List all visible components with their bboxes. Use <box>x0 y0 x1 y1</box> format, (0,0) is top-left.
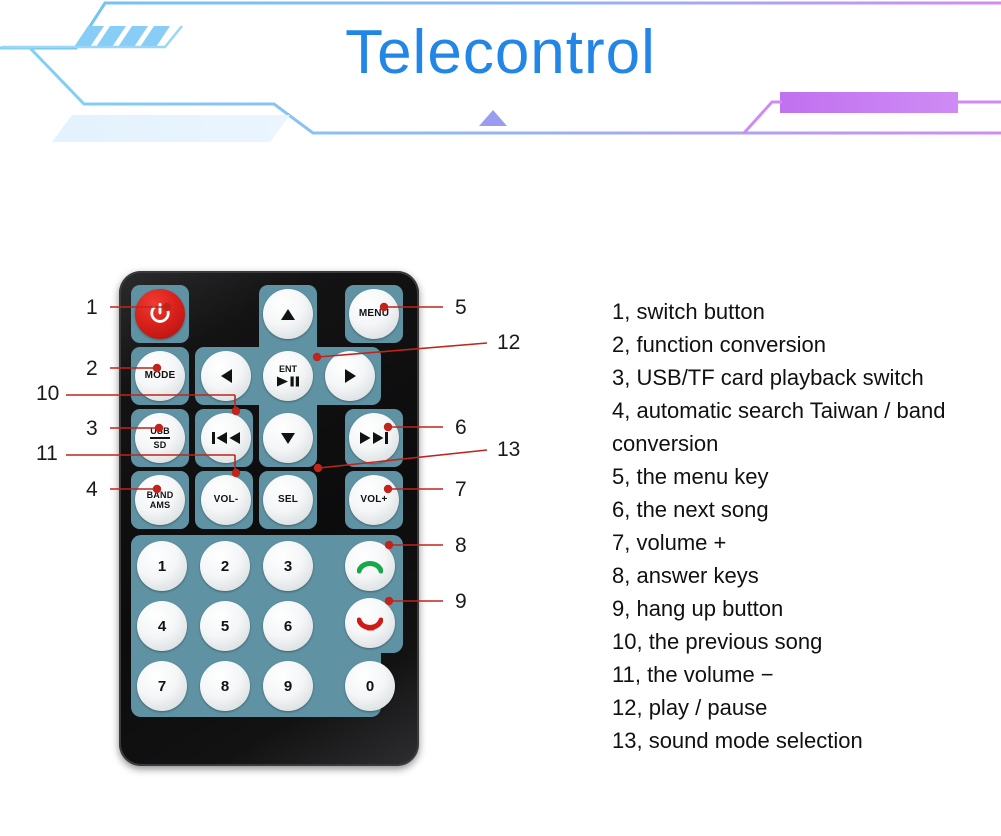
callout-number-7: 7 <box>455 478 467 501</box>
legend-item-10: 10, the previous song <box>612 629 823 654</box>
key-6-button[interactable]: 6 <box>263 601 313 651</box>
menu-button[interactable]: MENU <box>349 289 399 339</box>
legend-item-7: 7, volume + <box>612 530 727 555</box>
power-icon <box>150 302 170 323</box>
previous-track-icon <box>212 432 240 444</box>
phone-answer-icon <box>357 561 383 574</box>
legend-item-1: 1, switch button <box>612 299 765 324</box>
hangup-call-button[interactable] <box>345 598 395 648</box>
sel-label: SEL <box>277 494 299 505</box>
mode-button[interactable]: MODE <box>135 351 185 401</box>
triangle-left-icon <box>220 369 232 383</box>
callout-number-10: 10 <box>36 382 60 405</box>
volume-up-label: VOL+ <box>360 494 388 505</box>
key-6-label: 6 <box>283 617 293 635</box>
next-track-button[interactable] <box>349 413 399 463</box>
next-track-icon <box>360 432 388 444</box>
key-4-label: 4 <box>157 617 167 635</box>
legend-item-6: 6, the next song <box>612 497 769 522</box>
key-0-label: 0 <box>365 677 375 695</box>
callout-number-11: 11 <box>36 442 58 465</box>
key-2-label: 2 <box>220 557 230 575</box>
legend-item-8: 8, answer keys <box>612 563 759 588</box>
band-label: BAND <box>146 489 174 500</box>
power-button[interactable] <box>135 289 185 339</box>
legend-item-12: 12, play / pause <box>612 695 768 720</box>
ir-remote-control: MODE USB SD BAND AMS ENT MENU VOL- SEL V… <box>119 271 419 766</box>
key-9-label: 9 <box>283 677 293 695</box>
callout-number-6: 6 <box>455 416 467 439</box>
callout-number-3: 3 <box>86 417 98 440</box>
up-button[interactable] <box>263 289 313 339</box>
button-legend-list: 1, switch button 2, function conversion … <box>612 295 992 757</box>
down-button[interactable] <box>263 413 313 463</box>
band-ams-button[interactable]: BAND AMS <box>135 475 185 525</box>
legend-item-4: 4, automatic search Taiwan / band conver… <box>612 398 946 456</box>
sd-label: SD <box>153 439 167 450</box>
play-pause-icon <box>277 376 299 387</box>
legend-item-13: 13, sound mode selection <box>612 728 863 753</box>
triangle-down-icon <box>281 432 295 444</box>
ent-label: ENT <box>279 363 297 374</box>
legend-item-3: 3, USB/TF card playback switch <box>612 365 924 390</box>
callout-number-12: 12 <box>497 331 521 354</box>
callout-number-8: 8 <box>455 534 467 557</box>
page-title: Telecontrol <box>345 18 656 87</box>
key-3-button[interactable]: 3 <box>263 541 313 591</box>
key-7-button[interactable]: 7 <box>137 661 187 711</box>
right-button[interactable] <box>325 351 375 401</box>
mode-label: MODE <box>144 370 176 381</box>
key-1-label: 1 <box>157 557 167 575</box>
triangle-up-icon <box>281 308 295 320</box>
key-7-label: 7 <box>157 677 167 695</box>
menu-label: MENU <box>358 308 390 319</box>
previous-track-button[interactable] <box>201 413 251 463</box>
phone-hangup-icon <box>357 617 383 631</box>
volume-up-button[interactable]: VOL+ <box>349 475 399 525</box>
key-0-button[interactable]: 0 <box>345 661 395 711</box>
triangle-up-icon <box>479 110 507 126</box>
key-3-label: 3 <box>283 557 293 575</box>
header-parallelogram <box>52 115 290 142</box>
key-5-label: 5 <box>220 617 230 635</box>
header-purple-bar <box>780 92 958 113</box>
key-4-button[interactable]: 4 <box>137 601 187 651</box>
callout-number-9: 9 <box>455 590 467 613</box>
usb-label: USB <box>150 426 170 439</box>
legend-item-11: 11, the volume − <box>612 662 774 687</box>
triangle-right-icon <box>344 369 356 383</box>
volume-down-label: VOL- <box>213 494 239 505</box>
sel-button[interactable]: SEL <box>263 475 313 525</box>
volume-down-button[interactable]: VOL- <box>201 475 251 525</box>
key-2-button[interactable]: 2 <box>200 541 250 591</box>
key-1-button[interactable]: 1 <box>137 541 187 591</box>
left-button[interactable] <box>201 351 251 401</box>
callout-number-13: 13 <box>497 438 521 461</box>
legend-item-9: 9, hang up button <box>612 596 784 621</box>
legend-item-5: 5, the menu key <box>612 464 769 489</box>
answer-call-button[interactable] <box>345 541 395 591</box>
key-9-button[interactable]: 9 <box>263 661 313 711</box>
ams-label: AMS <box>149 499 171 510</box>
key-8-label: 8 <box>220 677 230 695</box>
callout-number-1: 1 <box>86 296 98 319</box>
usb-sd-button[interactable]: USB SD <box>135 413 185 463</box>
page-header-banner: Telecontrol <box>0 0 1001 150</box>
callout-number-4: 4 <box>86 478 98 501</box>
callout-number-5: 5 <box>455 296 467 319</box>
key-8-button[interactable]: 8 <box>200 661 250 711</box>
key-5-button[interactable]: 5 <box>200 601 250 651</box>
ent-play-pause-button[interactable]: ENT <box>263 351 313 401</box>
legend-item-2: 2, function conversion <box>612 332 827 357</box>
callout-number-2: 2 <box>86 357 98 380</box>
